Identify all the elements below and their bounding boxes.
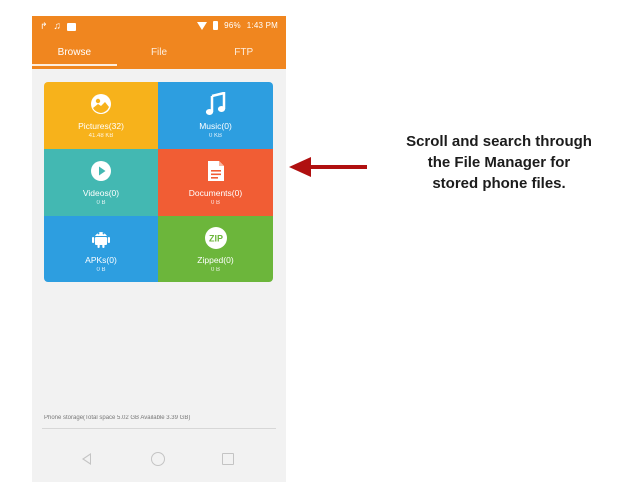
category-label: Documents(0) bbox=[188, 188, 243, 198]
play-icon bbox=[89, 159, 113, 183]
battery-icon bbox=[213, 21, 219, 30]
category-size: 0 KB bbox=[208, 133, 222, 139]
category-label: Pictures(32) bbox=[78, 121, 124, 131]
arrow-icon bbox=[289, 157, 367, 177]
annotation-text: Scroll and search through the File Manag… bbox=[374, 131, 624, 194]
svg-text:ZIP: ZIP bbox=[208, 234, 222, 244]
status-left-icons: ↱ ♫ bbox=[40, 21, 77, 32]
category-music[interactable]: Music(0) 0 KB bbox=[158, 82, 273, 149]
category-grid: Pictures(32) 41.48 KB Music(0) 0 KB Vide… bbox=[44, 82, 273, 282]
storage-info: Phone storage(Total space 5.02 GB Availa… bbox=[44, 415, 191, 421]
phone-screen: ↱ ♫ 96% 1:43 PM Browse File FTP Pictures… bbox=[32, 16, 286, 482]
category-pictures[interactable]: Pictures(32) 41.48 KB bbox=[44, 82, 158, 149]
clock: 1:43 PM bbox=[246, 21, 278, 30]
annotation-line-2: the File Manager for bbox=[427, 154, 571, 171]
zip-icon: ZIP bbox=[204, 226, 228, 250]
category-label: Music(0) bbox=[199, 121, 232, 131]
category-size: 0 B bbox=[210, 200, 220, 206]
category-size: 41.48 KB bbox=[88, 133, 114, 139]
status-right-icons: 96% 1:43 PM bbox=[197, 21, 278, 30]
navigation-bar bbox=[32, 446, 286, 470]
arrow-head bbox=[289, 157, 311, 177]
back-icon[interactable] bbox=[82, 453, 91, 465]
android-icon bbox=[89, 226, 113, 250]
wifi-icon bbox=[197, 21, 208, 30]
pictures-icon bbox=[89, 92, 113, 116]
tab-indicator bbox=[32, 64, 117, 66]
home-icon[interactable] bbox=[151, 452, 165, 466]
annotation-line-1: Scroll and search through bbox=[406, 133, 592, 150]
battery-percent: 96% bbox=[224, 21, 241, 30]
divider bbox=[42, 428, 276, 429]
music-icon bbox=[204, 92, 228, 116]
category-size: 0 B bbox=[96, 200, 106, 206]
category-size: 0 B bbox=[210, 267, 220, 273]
tab-bar: Browse File FTP bbox=[32, 40, 286, 66]
category-videos[interactable]: Videos(0) 0 B bbox=[44, 149, 158, 216]
category-apks[interactable]: APKs(0) 0 B bbox=[44, 216, 158, 282]
image-icon bbox=[67, 22, 77, 31]
category-label: Zipped(0) bbox=[197, 255, 234, 265]
category-size: 0 B bbox=[96, 267, 106, 273]
category-zipped[interactable]: ZIP Zipped(0) 0 B bbox=[158, 216, 273, 282]
document-icon bbox=[204, 159, 228, 183]
recent-apps-icon[interactable] bbox=[222, 453, 234, 465]
music-note-icon: ♫ bbox=[53, 21, 62, 32]
category-documents[interactable]: Documents(0) 0 B bbox=[158, 149, 273, 216]
tab-ftp[interactable]: FTP bbox=[201, 40, 286, 66]
category-label: Videos(0) bbox=[82, 188, 120, 198]
status-bar: ↱ ♫ 96% 1:43 PM bbox=[32, 16, 286, 36]
tab-file[interactable]: File bbox=[117, 40, 202, 66]
category-label: APKs(0) bbox=[85, 255, 117, 265]
annotation-line-3: stored phone files. bbox=[432, 175, 566, 192]
arrow-shaft bbox=[309, 165, 367, 169]
app-bar: ↱ ♫ 96% 1:43 PM Browse File FTP bbox=[32, 16, 286, 69]
tab-browse[interactable]: Browse bbox=[32, 40, 117, 66]
notification-icon: ↱ bbox=[40, 21, 48, 31]
